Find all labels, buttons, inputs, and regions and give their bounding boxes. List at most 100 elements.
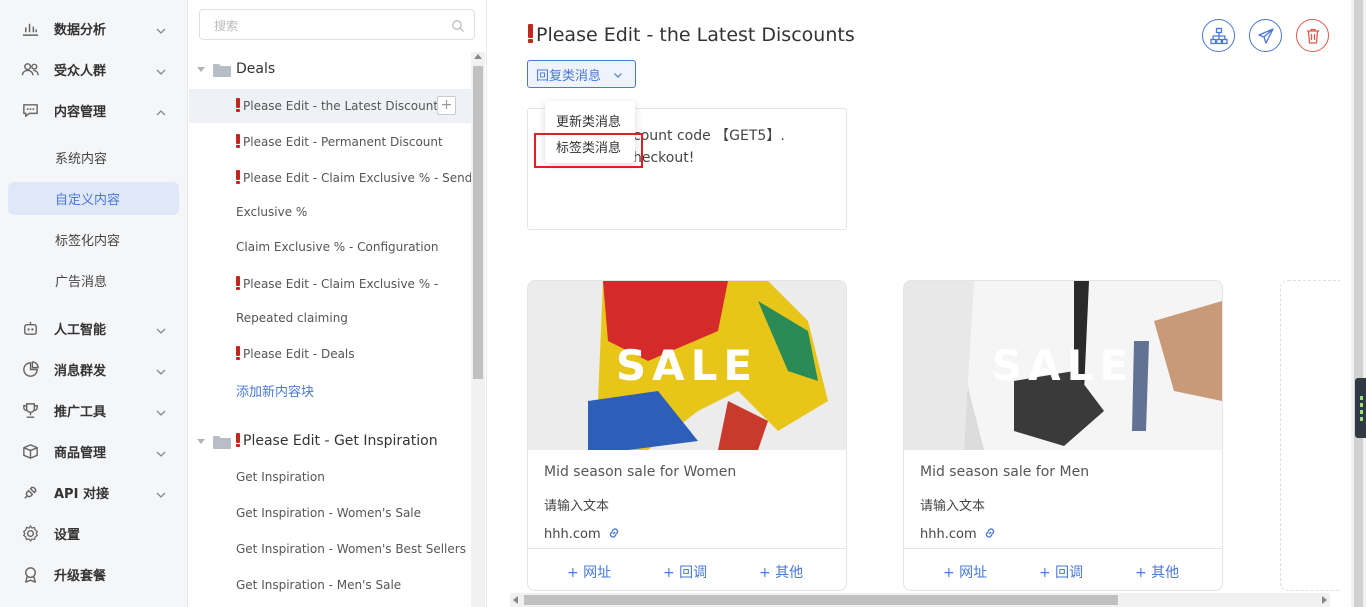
tree-scrollbar-thumb[interactable]: [473, 66, 483, 379]
nav-label: API 对接: [54, 486, 109, 502]
tree-leaf-label: Please Edit - the Latest Discounts: [236, 98, 444, 113]
nav-label: 内容管理: [54, 104, 107, 120]
tree-leaf[interactable]: Get Inspiration - Men's Sale: [189, 569, 471, 603]
add-other-button[interactable]: + 其他: [759, 562, 803, 582]
nav-item-upgrade[interactable]: 升级套餐: [0, 557, 188, 591]
add-card-placeholder[interactable]: [1280, 280, 1340, 591]
link-icon: [609, 528, 618, 538]
product-card-women[interactable]: SALE Mid season sale for Women 请输入文本 hhh…: [527, 280, 847, 591]
scroll-left-arrow-icon[interactable]: [513, 596, 518, 604]
chevron-down-icon: [155, 363, 167, 375]
horizontal-scrollbar-thumb[interactable]: [524, 595, 1118, 605]
chevron-down-icon: [155, 63, 167, 75]
tree-leaf-claim-exclusive-repeated[interactable]: Please Edit - Claim Exclusive % - Repeat…: [189, 267, 471, 337]
bar-chart-icon: [20, 18, 40, 38]
add-callback-button[interactable]: + 回调: [1039, 562, 1083, 582]
add-url-button[interactable]: + 网址: [943, 562, 987, 582]
menu-item-update-message[interactable]: 更新类消息: [556, 111, 621, 130]
nav-item-audience[interactable]: 受众人群: [0, 52, 188, 86]
sub-item-system-content[interactable]: 系统内容: [8, 141, 179, 174]
tree-leaf[interactable]: Get Inspiration - Women's Sale: [189, 497, 471, 531]
tree-group-deals[interactable]: Deals: [189, 54, 471, 84]
trophy-icon: [20, 400, 40, 420]
search-icon[interactable]: [451, 18, 465, 32]
product-title[interactable]: Mid season sale for Women: [544, 464, 736, 480]
add-callback-button[interactable]: + 回调: [663, 562, 707, 582]
nav-item-promotion[interactable]: 推广工具: [0, 393, 188, 427]
caret-down-icon[interactable]: [197, 438, 205, 444]
nav-item-data-analysis[interactable]: 数据分析: [0, 11, 188, 45]
nav-item-content-management[interactable]: 内容管理: [0, 93, 188, 127]
tree-scrollbar[interactable]: [471, 52, 485, 607]
tree-leaf-label: Please Edit - Claim Exclusive % -: [236, 276, 438, 291]
tree-leaf[interactable]: Get Inspiration: [189, 461, 471, 495]
message-text-line: count code 【GET5】.: [633, 128, 785, 144]
plug-icon: [20, 482, 40, 502]
product-title[interactable]: Mid season sale for Men: [920, 464, 1089, 480]
product-description[interactable]: 请输入文本: [920, 495, 985, 514]
tree-leaf-deals[interactable]: Please Edit - Deals: [189, 337, 471, 371]
product-link[interactable]: hhh.com: [544, 526, 621, 542]
tree-leaf-permanent-discount[interactable]: Please Edit - Permanent Discount: [189, 125, 471, 159]
tree-group-get-inspiration[interactable]: Please Edit - Get Inspiration: [189, 426, 471, 456]
sub-item-custom-content[interactable]: 自定义内容: [8, 182, 179, 215]
tree-group-label: Please Edit - Get Inspiration: [236, 433, 438, 449]
side-widget-tab[interactable]: [1355, 378, 1366, 438]
scroll-right-arrow-icon[interactable]: [1322, 596, 1327, 604]
send-button[interactable]: [1249, 19, 1282, 52]
page-scrollbar[interactable]: [1351, 0, 1366, 607]
folder-icon: [213, 434, 231, 449]
message-type-dropdown[interactable]: 回复类消息: [527, 60, 636, 88]
tree-leaf[interactable]: Get Inspiration - Women's Best Sellers: [189, 533, 471, 567]
tree-leaf-latest-discounts[interactable]: Please Edit - the Latest Discounts +: [189, 89, 471, 123]
tree-group-label: Deals: [236, 61, 276, 77]
product-link[interactable]: hhh.com: [920, 526, 997, 542]
tree-leaf-text: Please Edit - Deals: [243, 347, 355, 361]
caret-down-icon[interactable]: [197, 66, 205, 72]
product-card-men[interactable]: SALE Mid season sale for Men 请输入文本 hhh.c…: [903, 280, 1223, 591]
chevron-down-icon: [155, 486, 167, 498]
horizontal-scrollbar[interactable]: [510, 593, 1330, 607]
sub-item-ad-messages[interactable]: 广告消息: [8, 264, 179, 297]
nav-label: 推广工具: [54, 404, 107, 420]
nav-label: 人工智能: [54, 322, 107, 338]
add-content-block-link[interactable]: 添加新内容块: [236, 381, 314, 400]
nav-item-ai[interactable]: 人工智能: [0, 311, 188, 345]
flow-tree-button[interactable]: [1202, 19, 1235, 52]
highlight-box: [534, 133, 643, 168]
delete-button[interactable]: [1296, 19, 1329, 52]
exclamation-icon: [236, 433, 240, 447]
product-description[interactable]: 请输入文本: [544, 495, 609, 514]
tree-leaf-label: Get Inspiration - Women's Sale: [236, 506, 422, 520]
tree-leaf-label: Get Inspiration - Women's Best Sellers: [236, 542, 466, 556]
exclamation-icon: [528, 24, 533, 43]
search-placeholder: 搜索: [214, 19, 239, 33]
add-url-button[interactable]: + 网址: [567, 562, 611, 582]
nav-item-products[interactable]: 商品管理: [0, 434, 188, 468]
trash-icon: [1306, 28, 1319, 44]
nav-item-broadcast[interactable]: 消息群发: [0, 352, 188, 386]
nav-label: 商品管理: [54, 445, 107, 461]
add-other-button[interactable]: + 其他: [1135, 562, 1179, 582]
dropdown-label: 回复类消息: [536, 68, 602, 84]
exclamation-icon: [236, 346, 240, 360]
add-child-button[interactable]: +: [437, 96, 456, 115]
nav-item-api[interactable]: API 对接: [0, 475, 188, 509]
tree-leaf-claim-exclusive-config[interactable]: Claim Exclusive % - Configuration: [189, 231, 471, 265]
nav-label: 升级套餐: [54, 568, 107, 584]
tree-leaf-text-cont: Repeated claiming: [236, 311, 348, 325]
sub-item-tagged-content[interactable]: 标签化内容: [8, 223, 179, 256]
chevron-down-icon: [155, 22, 167, 34]
exclamation-icon: [236, 276, 240, 290]
search-input[interactable]: 搜索: [199, 9, 475, 40]
sale-banner-text: SALE: [991, 341, 1135, 390]
tree-leaf-label: Get Inspiration - Men's Sale: [236, 578, 402, 592]
people-icon: [20, 59, 40, 79]
widget-indicator: [1360, 396, 1363, 400]
nav-item-settings[interactable]: 设置: [0, 516, 188, 550]
tree-leaf-claim-exclusive-send[interactable]: Please Edit - Claim Exclusive % - Send E…: [189, 161, 472, 231]
tree-leaf-label: Get Inspiration: [236, 470, 325, 484]
box-icon: [20, 441, 40, 461]
page-scrollbar-thumb[interactable]: [1354, 0, 1363, 607]
scroll-up-arrow-icon[interactable]: [474, 54, 482, 59]
